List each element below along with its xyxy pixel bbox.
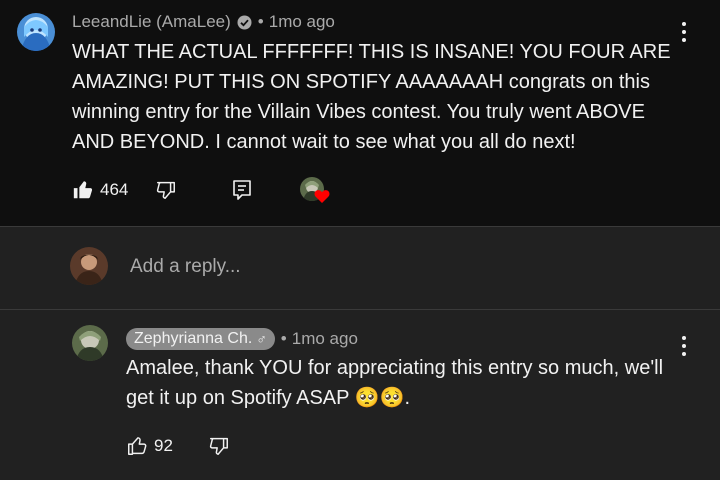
main-like-button[interactable]: 464 — [72, 179, 128, 201]
reply-dislike-button[interactable] — [208, 435, 230, 457]
add-reply-input[interactable]: Add a reply... — [130, 256, 241, 278]
meta-separator: • — [257, 12, 264, 31]
main-comment-meta: LeeandLie (AmaLee) • 1mo ago — [72, 12, 335, 32]
main-dislike-button[interactable] — [155, 179, 177, 201]
reply-author-badge[interactable]: Zephyrianna Ch. ♂ — [126, 328, 275, 350]
thumbs-down-icon — [209, 437, 228, 455]
main-comment-time[interactable]: 1mo ago — [269, 12, 335, 32]
main-comment-avatar[interactable] — [17, 13, 55, 51]
reply-icon — [233, 180, 251, 200]
reply-comment-author: Zephyrianna Ch. — [134, 330, 253, 347]
verified-icon — [237, 15, 252, 30]
thumbs-down-icon — [156, 181, 175, 199]
reply-comment-avatar[interactable] — [72, 325, 108, 361]
thumbs-up-filled-icon — [73, 181, 93, 199]
reply-comment-time[interactable]: 1mo ago — [292, 329, 358, 349]
main-like-count: 464 — [100, 180, 129, 199]
main-comment-text: WHAT THE ACTUAL FFFFFFF! THIS IS INSANE!… — [72, 41, 671, 153]
reply-like-button[interactable]: 92 — [126, 435, 173, 457]
reply-box-top-divider — [0, 226, 720, 227]
thumbs-up-outline-icon — [128, 437, 147, 455]
creator-heart-badge[interactable] — [300, 177, 334, 207]
reply-comment-more-vert-icon[interactable] — [674, 334, 694, 358]
main-comment-author[interactable]: LeeandLie (AmaLee) — [72, 12, 231, 32]
reply-comment-meta: Zephyrianna Ch. ♂ • 1mo ago — [126, 328, 358, 350]
reply-box-bottom-divider — [0, 309, 720, 310]
reply-like-count: 92 — [154, 436, 173, 455]
main-reply-button[interactable] — [232, 179, 252, 201]
male-symbol-icon: ♂ — [256, 331, 267, 347]
meta-separator: • — [280, 329, 287, 348]
reply-comment-text: Amalee, thank YOU for appreciating this … — [126, 357, 664, 409]
current-user-avatar — [70, 247, 108, 285]
creator-heart-icon — [314, 190, 330, 203]
